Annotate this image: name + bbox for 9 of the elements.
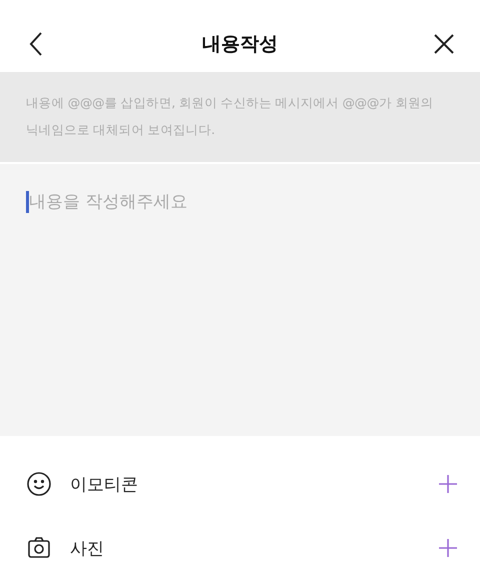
content-field[interactable]: 내용을 작성해주세요 — [0, 164, 480, 436]
notice-text: 내용에 @@@를 삽입하면, 회원이 수신하는 메시지에서 @@@가 회원의 닉네임으로 대체되어 보여집니다. — [26, 94, 434, 139]
attachment-row[interactable]: 사진 — [0, 516, 480, 566]
camera-icon — [26, 535, 52, 561]
plus-icon — [438, 474, 458, 494]
plus-icon — [438, 538, 458, 558]
page-title: 내용작성 — [202, 32, 278, 57]
smiley-icon — [26, 471, 52, 497]
attachment-row[interactable]: 이모티콘 — [0, 452, 480, 516]
